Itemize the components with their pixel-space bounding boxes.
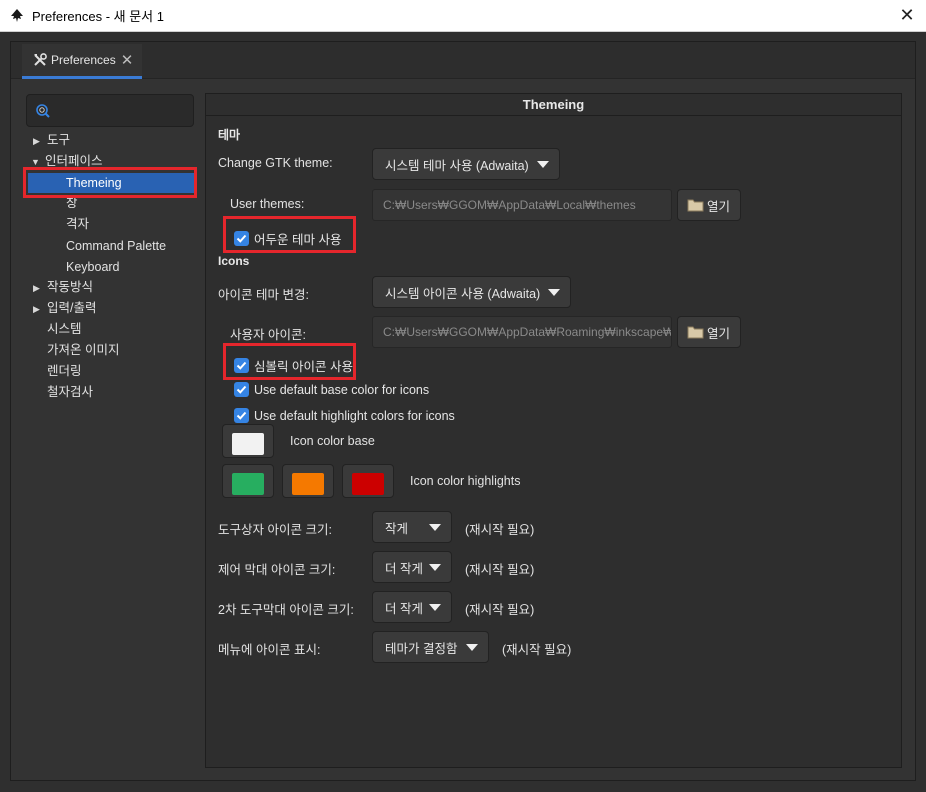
gtk-theme-label: Change GTK theme: <box>218 156 333 170</box>
dark-theme-checkbox[interactable]: 어두운 테마 사용 <box>234 229 341 248</box>
tree-item-behavior[interactable]: ▶ 작동방식 <box>33 277 93 297</box>
tree-item-keyboard[interactable]: Keyboard <box>66 257 120 277</box>
theme-section-heading: 테마 <box>218 128 241 142</box>
chevron-down-icon <box>429 564 441 571</box>
checkmark-icon <box>234 231 249 246</box>
menu-icons-value: 테마가 결정함 <box>385 641 458 656</box>
dialog-frame: Preferences ✕ ▶ 도구 ▼ 인터페이스 Themeing 창 격자 C… <box>0 32 926 792</box>
icon-color-base-label: Icon color base <box>290 434 375 448</box>
tree-item-spellcheck[interactable]: 철자검사 <box>47 382 93 402</box>
highlight-color-swatch <box>232 473 264 495</box>
secondary-toolbar-icon-size-label: 2차 도구막대 아이콘 크기: <box>218 603 354 617</box>
icon-highlight-color-2-button[interactable] <box>282 464 334 498</box>
highlight-color-swatch <box>292 473 324 495</box>
tree-item-system[interactable]: 시스템 <box>47 319 82 339</box>
checkmark-icon <box>234 358 249 373</box>
chevron-down-icon <box>466 644 478 651</box>
icon-theme-dropdown[interactable]: 시스템 아이콘 사용 (Adwaita) <box>372 276 571 308</box>
folder-icon <box>687 199 704 212</box>
inkscape-logo-icon <box>11 8 23 22</box>
checkmark-icon <box>234 408 249 423</box>
gtk-theme-dropdown[interactable]: 시스템 테마 사용 (Adwaita) <box>372 148 560 180</box>
tree-item-label: 인터페이스 <box>45 154 103 168</box>
tree-item-label: 입력/출력 <box>47 301 97 315</box>
tab-close-icon[interactable]: ✕ <box>121 51 134 69</box>
tree-item-rendering[interactable]: 렌더링 <box>47 361 82 381</box>
dialog-body: Preferences ✕ ▶ 도구 ▼ 인터페이스 Themeing 창 격자 C… <box>10 41 916 781</box>
control-bar-icon-size-value: 더 작게 <box>385 561 423 576</box>
icon-color-base-button[interactable] <box>222 424 274 458</box>
expander-collapsed-icon[interactable]: ▶ <box>33 299 47 319</box>
chevron-down-icon <box>429 524 441 531</box>
search-input[interactable] <box>26 94 194 127</box>
expander-collapsed-icon[interactable]: ▶ <box>33 278 47 298</box>
highlight-color-swatch <box>352 473 384 495</box>
tree-item-command-palette[interactable]: Command Palette <box>66 236 166 256</box>
window-titlebar: Preferences - 새 문서 1 ✕ <box>0 0 926 32</box>
tree-item-themeing[interactable]: Themeing <box>28 173 194 193</box>
tree-item-tools[interactable]: ▶ 도구 <box>33 130 70 150</box>
default-base-color-checkbox[interactable]: Use default base color for icons <box>234 382 429 397</box>
restart-required-note: (재시작 필요) <box>502 643 572 657</box>
open-button-label: 열기 <box>707 199 731 214</box>
tree-item-imported-images[interactable]: 가져온 이미지 <box>47 340 119 360</box>
icon-color-highlights-label: Icon color highlights <box>410 474 521 488</box>
restart-required-note: (재시작 필요) <box>465 563 535 577</box>
window-close-button[interactable]: ✕ <box>896 4 918 26</box>
secondary-toolbar-icon-size-value: 더 작게 <box>385 601 423 616</box>
tree-item-interface[interactable]: ▼ 인터페이스 <box>31 151 103 171</box>
gtk-theme-value: 시스템 테마 사용 (Adwaita) <box>385 158 529 173</box>
icon-theme-label: 아이콘 테마 변경: <box>218 288 309 302</box>
tools-icon <box>34 53 47 66</box>
user-icons-label: 사용자 아이콘: <box>230 328 306 342</box>
folder-icon <box>687 326 704 339</box>
expander-collapsed-icon[interactable]: ▶ <box>33 131 47 151</box>
tab-label: Preferences <box>51 53 116 67</box>
restart-required-note: (재시작 필요) <box>465 523 535 537</box>
user-themes-path-field[interactable]: C:₩Users₩GGOM₩AppData₩Local₩themes <box>372 189 672 221</box>
chevron-down-icon <box>429 604 441 611</box>
search-icon <box>36 104 50 118</box>
user-themes-label: User themes: <box>230 197 305 211</box>
base-color-swatch <box>232 433 264 455</box>
tree-item-window[interactable]: 창 <box>66 193 78 213</box>
tree-item-label: 도구 <box>47 133 71 147</box>
tab-preferences[interactable]: Preferences ✕ <box>22 44 142 79</box>
icon-highlight-color-1-button[interactable] <box>222 464 274 498</box>
control-bar-icon-size-dropdown[interactable]: 더 작게 <box>372 551 452 583</box>
icon-theme-value: 시스템 아이콘 사용 (Adwaita) <box>385 286 541 301</box>
restart-required-note: (재시작 필요) <box>465 603 535 617</box>
control-bar-icon-size-label: 제어 막대 아이콘 크기: <box>218 563 336 577</box>
panel-title: Themeing <box>206 94 901 116</box>
tab-bar: Preferences ✕ <box>11 42 915 79</box>
default-highlight-colors-checkbox[interactable]: Use default highlight colors for icons <box>234 408 455 423</box>
symbolic-icons-label: 심볼릭 아이콘 사용 <box>254 360 353 374</box>
secondary-toolbar-icon-size-dropdown[interactable]: 더 작게 <box>372 591 452 623</box>
default-base-color-label: Use default base color for icons <box>254 382 430 397</box>
menu-icons-dropdown[interactable]: 테마가 결정함 <box>372 631 489 663</box>
tree-item-input-output[interactable]: ▶ 입력/출력 <box>33 298 96 318</box>
symbolic-icons-checkbox[interactable]: 심볼릭 아이콘 사용 <box>234 356 353 375</box>
icons-section-heading: Icons <box>218 254 250 268</box>
icon-highlight-color-3-button[interactable] <box>342 464 394 498</box>
open-button-label: 열기 <box>707 326 731 341</box>
menu-icons-label: 메뉴에 아이콘 표시: <box>218 643 321 657</box>
window-title: Preferences - 새 문서 1 <box>32 9 164 24</box>
chevron-down-icon <box>548 289 560 296</box>
toolbox-icon-size-value: 작게 <box>385 521 409 536</box>
tree-item-grid[interactable]: 격자 <box>66 214 89 234</box>
toolbox-icon-size-label: 도구상자 아이콘 크기: <box>218 523 332 537</box>
open-themes-folder-button[interactable]: 열기 <box>677 189 741 221</box>
toolbox-icon-size-dropdown[interactable]: 작게 <box>372 511 452 543</box>
tree-item-label: 작동방식 <box>47 280 94 294</box>
themeing-panel: Themeing 테마 Change GTK theme: 시스템 테마 사용 … <box>205 93 902 768</box>
checkmark-icon <box>234 382 249 397</box>
default-highlight-colors-label: Use default highlight colors for icons <box>254 408 455 423</box>
chevron-down-icon <box>537 161 549 168</box>
tree-item-label: Themeing <box>66 176 122 190</box>
dark-theme-label: 어두운 테마 사용 <box>254 233 342 247</box>
expander-expanded-icon[interactable]: ▼ <box>31 152 45 172</box>
open-icons-folder-button[interactable]: 열기 <box>677 316 741 348</box>
user-icons-path-field[interactable]: C:₩Users₩GGOM₩AppData₩Roaming₩inkscape₩i… <box>372 316 672 348</box>
